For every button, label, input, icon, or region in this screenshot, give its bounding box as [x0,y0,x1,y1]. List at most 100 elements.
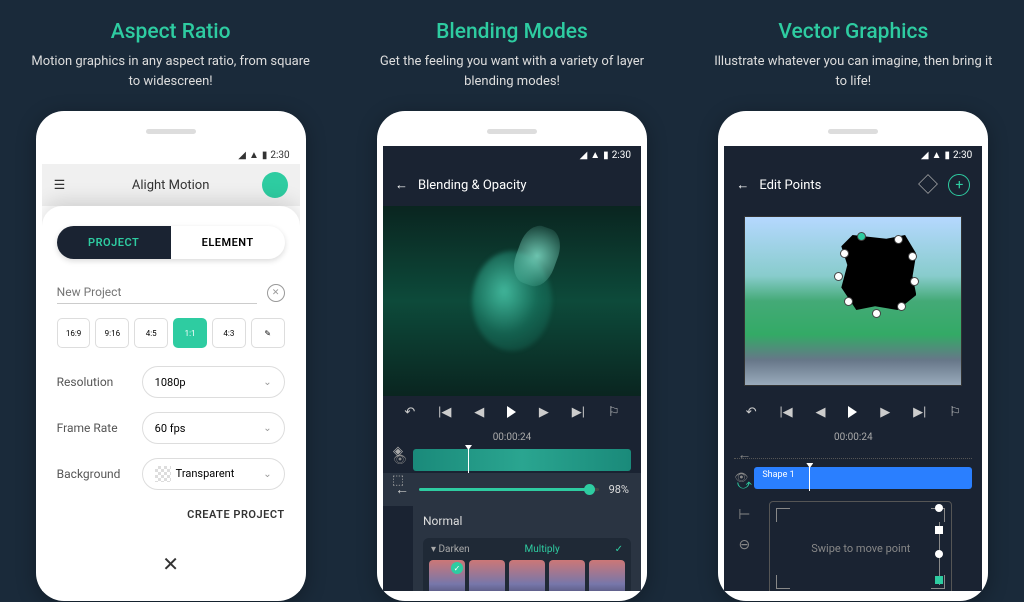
close-icon[interactable]: ✕ [162,552,179,576]
prev-frame-icon[interactable]: ◀ [816,405,826,420]
aspect-16-9[interactable]: 16:9 [57,318,91,348]
tab-element[interactable]: ELEMENT [171,226,285,259]
edit-point[interactable] [897,302,906,311]
edit-point[interactable] [908,252,917,261]
phone-screen: ◢ ▲ ▮ 2:30 ← Edit Points + [724,146,982,591]
blend-mode-color-burn[interactable]: Color Burn [549,560,585,591]
timeline-track[interactable]: 👁 [383,447,641,473]
edit-point[interactable] [872,309,881,318]
edit-point[interactable] [834,272,843,281]
vector-canvas[interactable] [744,216,962,386]
aspect-4-5[interactable]: 4:5 [134,318,168,348]
back-icon[interactable]: ← [395,177,408,193]
bookmark-icon[interactable]: ⚐ [949,405,961,420]
aspect-4-3[interactable]: 4:3 [212,318,246,348]
tab-project[interactable]: PROJECT [57,226,171,259]
path-point[interactable] [935,550,943,558]
corner-icon [776,575,790,589]
play-button[interactable] [507,406,516,418]
phone-speaker [487,129,537,134]
next-frame-icon[interactable]: ▶ [880,405,890,420]
side-toolbar: ◈ ⬚ [383,436,413,496]
background-dropdown[interactable]: Transparent ⌄ [142,458,285,490]
blend-mode-darken[interactable]: Darken [469,560,505,591]
preview-canvas[interactable] [383,206,641,396]
wifi-icon: ▲ [590,150,600,161]
blend-mode-current[interactable]: Normal [423,514,631,528]
keyframe-icon[interactable]: ◈ [393,444,403,459]
swipe-area[interactable]: Swipe to move point [769,501,952,591]
app-header: ☰ Alight Motion [42,164,300,206]
status-bar: ◢ ▲ ▮ 2:30 [42,146,300,164]
aspect-1-1[interactable]: 1:1 [173,318,207,348]
phone-screen: ◢ ▲ ▮ 2:30 ← Blending & Opacity ↶ |◀ ◀ ▶… [383,146,641,591]
curve-tool-icon[interactable]: ⤻ [737,477,752,493]
create-project-button[interactable]: CREATE PROJECT [57,508,285,521]
shape-icon[interactable] [918,174,938,194]
playhead[interactable] [809,465,810,491]
skip-end-icon[interactable]: ▶| [913,405,926,420]
framerate-value: 60 fps [155,422,186,435]
aspect-9-16[interactable]: 9:16 [95,318,129,348]
path-point-selected[interactable] [935,576,943,584]
skip-end-icon[interactable]: ▶| [572,405,585,420]
screen-header: ← Blending & Opacity [383,164,641,206]
add-button[interactable]: + [948,174,970,196]
clear-icon[interactable]: ✕ [267,284,285,302]
resolution-dropdown[interactable]: 1080p ⌄ [142,366,285,398]
undo-icon[interactable]: ↶ [404,405,415,420]
slider-thumb[interactable] [584,484,595,495]
edit-toolbar: ← ⤻ ⊢ ⊖ [730,446,758,553]
blend-mode-darken-color[interactable]: Darken Color [509,560,545,591]
blend-thumbnails: Multiply Darken Darken Color Color Burn … [429,560,625,591]
undo-icon[interactable]: ↶ [746,405,757,420]
aspect-custom[interactable]: ✎ [251,318,285,348]
avatar[interactable] [262,172,288,198]
skip-start-icon[interactable]: |◀ [780,405,793,420]
blend-group-label: ▾ Darken [431,544,470,555]
status-time: 2:30 [612,150,631,161]
path-point[interactable] [935,504,943,512]
path-point[interactable] [935,526,943,534]
line-tool-icon[interactable]: ⊢ [738,507,750,523]
timeline-track[interactable]: 👁 Shape 1 [724,465,982,491]
phone-screen: ◢ ▲ ▮ 2:30 ☰ Alight Motion PROJECT ELEME… [42,146,300,591]
transform-icon[interactable]: ⬚ [392,473,404,488]
timeline-clip[interactable] [413,449,631,471]
playback-bar: ↶ |◀ ◀ ▶ ▶| ⚐ [724,396,982,428]
timeline-ruler[interactable] [734,451,972,465]
feature-title: Blending Modes [436,20,588,44]
bookmark-icon[interactable]: ⚐ [608,405,620,420]
chevron-down-icon: ⌄ [263,423,271,434]
next-frame-icon[interactable]: ▶ [539,405,549,420]
signal-icon: ◢ [921,150,929,161]
edit-point[interactable] [910,277,919,286]
signal-icon: ◢ [580,150,588,161]
opacity-slider[interactable] [419,488,599,491]
framerate-dropdown[interactable]: 60 fps ⌄ [142,412,285,444]
feature-vector-graphics: Vector Graphics Illustrate whatever you … [703,20,1004,602]
blend-panel: Normal ▾ Darken Multiply ✓ Multiply Dark… [413,506,641,591]
project-name-input[interactable] [57,281,257,304]
play-button[interactable] [848,406,857,418]
playhead[interactable] [468,447,469,473]
blend-mode-linear-burn[interactable]: Linear Bu [589,560,625,591]
screen-header: ← Edit Points + [724,164,982,206]
wifi-icon: ▲ [932,150,942,161]
feature-desc: Illustrate whatever you can imagine, the… [713,52,993,91]
skip-start-icon[interactable]: |◀ [438,405,451,420]
battery-icon: ▮ [262,150,268,161]
back-tool-icon[interactable]: ← [737,446,751,463]
blend-mode-multiply[interactable]: Multiply [429,560,465,591]
prev-frame-icon[interactable]: ◀ [474,405,484,420]
feature-title: Vector Graphics [778,20,928,44]
menu-icon[interactable]: ☰ [54,178,66,193]
chevron-down-icon: ⌄ [263,377,271,388]
tab-group: PROJECT ELEMENT [57,226,285,259]
delete-tool-icon[interactable]: ⊖ [738,537,750,553]
resolution-value: 1080p [155,376,186,389]
wifi-icon: ▲ [249,150,259,161]
back-icon[interactable]: ← [736,177,749,193]
edit-point[interactable] [844,297,853,306]
new-project-modal: PROJECT ELEMENT ✕ 16:9 9:16 4:5 1:1 4:3 … [42,206,300,591]
